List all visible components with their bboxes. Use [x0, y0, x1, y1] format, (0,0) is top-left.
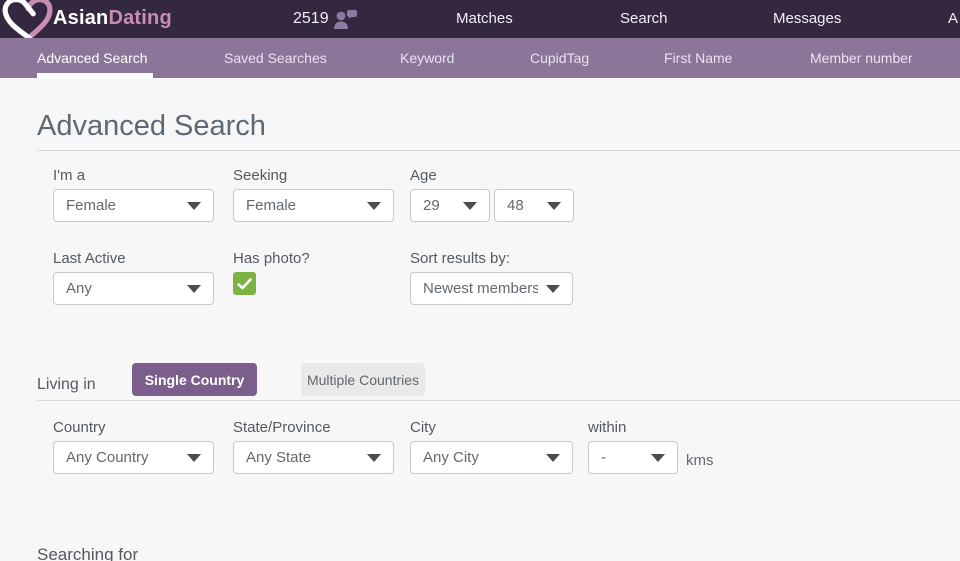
multiple-countries-button[interactable]: Multiple Countries: [301, 363, 425, 396]
nav-item-matches[interactable]: Matches: [456, 0, 513, 38]
brand-logo[interactable]: AsianDating: [53, 7, 172, 30]
country-label: Country: [53, 419, 214, 437]
chevron-down-icon: [546, 454, 560, 462]
living-in-label: Living in: [37, 376, 96, 394]
state-province-label: State/Province: [233, 419, 394, 437]
within-label: within: [588, 419, 678, 437]
field-has-photo: Has photo?: [233, 250, 310, 295]
person-chat-icon: [333, 7, 358, 31]
field-state-province: State/Province Any State: [233, 419, 394, 474]
seeking-value: Female: [246, 197, 359, 214]
tab-keyword[interactable]: Keyword: [400, 38, 454, 78]
country-select[interactable]: Any Country: [53, 441, 214, 474]
page-title: Advanced Search: [37, 110, 266, 143]
im-a-select[interactable]: Female: [53, 189, 214, 222]
kms-unit-label: kms: [686, 452, 714, 469]
chevron-down-icon: [547, 202, 561, 210]
seeking-label: Seeking: [233, 167, 394, 185]
tab-first-name[interactable]: First Name: [664, 38, 732, 78]
state-province-select[interactable]: Any State: [233, 441, 394, 474]
searching-for-heading: Searching for: [37, 545, 138, 561]
brand-primary: Asian: [53, 7, 108, 29]
sort-by-label: Sort results by:: [410, 250, 573, 268]
field-im-a: I'm a Female: [53, 167, 214, 222]
checkmark-icon: [237, 278, 252, 290]
within-select[interactable]: -: [588, 441, 678, 474]
age-min-value: 29: [423, 197, 455, 214]
brand-secondary: Dating: [108, 7, 171, 29]
city-label: City: [410, 419, 573, 437]
age-max-select[interactable]: 48: [494, 189, 574, 222]
chevron-down-icon: [187, 285, 201, 293]
field-within: within -: [588, 419, 678, 474]
field-city: City Any City: [410, 419, 573, 474]
chevron-down-icon: [651, 454, 665, 462]
tab-advanced-search[interactable]: Advanced Search: [37, 38, 148, 78]
field-last-active: Last Active Any: [53, 250, 214, 305]
chevron-down-icon: [463, 202, 477, 210]
top-navbar: AsianDating 2519 Matches Search Messages…: [0, 0, 960, 38]
chevron-down-icon: [187, 454, 201, 462]
active-tab-indicator: [37, 73, 153, 78]
sort-by-select[interactable]: Newest members: [410, 272, 573, 305]
has-photo-checkbox[interactable]: [233, 272, 256, 295]
chevron-down-icon: [187, 202, 201, 210]
field-country: Country Any Country: [53, 419, 214, 474]
chevron-down-icon: [367, 202, 381, 210]
chevron-down-icon: [546, 285, 560, 293]
field-sort-by: Sort results by: Newest members: [410, 250, 573, 305]
im-a-value: Female: [66, 197, 179, 214]
single-country-button[interactable]: Single Country: [132, 363, 257, 396]
field-age: Age 29 48: [410, 167, 574, 222]
age-min-select[interactable]: 29: [410, 189, 490, 222]
nav-item-messages[interactable]: Messages: [773, 0, 841, 38]
nav-item-search[interactable]: Search: [620, 0, 668, 38]
country-value: Any Country: [66, 449, 179, 466]
advanced-search-page: AsianDating 2519 Matches Search Messages…: [0, 0, 960, 561]
age-label: Age: [410, 167, 574, 185]
divider: [37, 400, 960, 401]
chevron-down-icon: [367, 454, 381, 462]
sort-by-value: Newest members: [423, 280, 538, 297]
tab-member-number[interactable]: Member number: [810, 38, 913, 78]
age-max-value: 48: [507, 197, 539, 214]
has-photo-label: Has photo?: [233, 250, 310, 268]
within-value: -: [601, 449, 643, 466]
im-a-label: I'm a: [53, 167, 214, 185]
last-active-value: Any: [66, 280, 179, 297]
city-select[interactable]: Any City: [410, 441, 573, 474]
nav-item-partial[interactable]: A: [948, 0, 958, 38]
online-members-counter[interactable]: 2519: [293, 0, 358, 38]
state-province-value: Any State: [246, 449, 359, 466]
tab-saved-searches[interactable]: Saved Searches: [224, 38, 327, 78]
last-active-select[interactable]: Any: [53, 272, 214, 305]
tab-cupidtag[interactable]: CupidTag: [530, 38, 589, 78]
seeking-select[interactable]: Female: [233, 189, 394, 222]
divider: [37, 150, 960, 151]
field-seeking: Seeking Female: [233, 167, 394, 222]
online-count: 2519: [293, 10, 329, 28]
search-tabs-bar: Advanced Search Saved Searches Keyword C…: [0, 38, 960, 78]
city-value: Any City: [423, 449, 538, 466]
last-active-label: Last Active: [53, 250, 214, 268]
